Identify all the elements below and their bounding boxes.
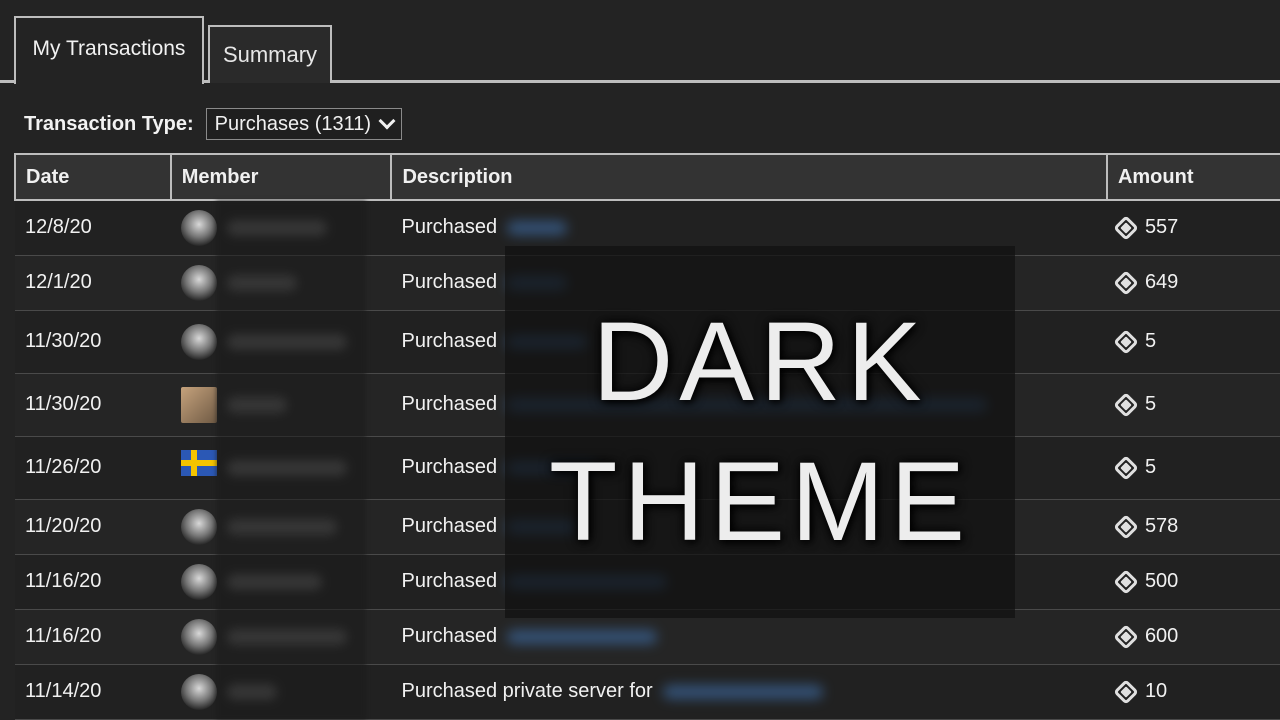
- amount-value: 578: [1144, 515, 1179, 537]
- tab-summary[interactable]: Summary: [208, 25, 332, 83]
- column-header-amount[interactable]: Amount: [1105, 153, 1280, 201]
- amount-value: 5: [1144, 330, 1157, 352]
- description-text: Purchased: [401, 330, 498, 352]
- cell-date: 11/26/20: [15, 436, 171, 500]
- avatar[interactable]: [180, 673, 217, 710]
- amount-value: 649: [1144, 271, 1179, 293]
- column-header-description[interactable]: Description: [390, 153, 1108, 201]
- description-text: Purchased: [401, 393, 498, 415]
- cell-amount: 557: [1106, 200, 1280, 256]
- cell-date: 11/20/20: [15, 499, 171, 555]
- amount-value: 5: [1144, 393, 1157, 415]
- avatar[interactable]: [180, 618, 217, 655]
- transaction-type-label: Transaction Type:: [24, 112, 194, 135]
- transaction-type-filter: Transaction Type: Purchases (1311): [24, 106, 403, 142]
- description-text: Purchased private server for: [401, 680, 653, 702]
- member-privacy-blur: [216, 200, 366, 720]
- cell-date: 12/8/20: [15, 200, 171, 256]
- avatar[interactable]: [180, 508, 217, 545]
- description-text: Purchased: [401, 216, 498, 239]
- robux-icon: [1113, 623, 1139, 650]
- avatar[interactable]: [180, 323, 217, 360]
- transaction-type-select[interactable]: Purchases (1311): [205, 108, 403, 140]
- tab-my-transactions[interactable]: My Transactions: [14, 16, 204, 84]
- cell-date: 11/30/20: [15, 310, 171, 374]
- column-header-date[interactable]: Date: [14, 153, 172, 201]
- robux-icon: [1113, 391, 1139, 418]
- cell-date: 11/14/20: [15, 664, 171, 720]
- item-link-redacted[interactable]: [507, 220, 568, 235]
- cell-date: 12/1/20: [15, 255, 171, 311]
- avatar[interactable]: [180, 386, 217, 423]
- transaction-type-value: Purchases (1311): [214, 112, 372, 135]
- cell-amount: 578: [1106, 499, 1280, 555]
- cell-date: 11/30/20: [15, 373, 171, 437]
- banner-line-1: DARK: [592, 299, 928, 424]
- avatar[interactable]: [180, 264, 217, 301]
- item-link-redacted[interactable]: [662, 684, 823, 699]
- item-link-redacted[interactable]: [507, 629, 658, 644]
- cell-amount: 5: [1106, 436, 1280, 500]
- description-text: Purchased: [401, 515, 498, 537]
- robux-icon: [1113, 678, 1139, 705]
- banner-line-2: THEME: [549, 439, 971, 564]
- column-header-member[interactable]: Member: [169, 153, 392, 201]
- cell-amount: 600: [1106, 609, 1280, 665]
- tab-bar: My Transactions Summary: [0, 0, 1280, 84]
- amount-value: 557: [1144, 216, 1179, 239]
- robux-icon: [1113, 328, 1139, 355]
- description-text: Purchased: [401, 271, 498, 293]
- chevron-down-icon: [378, 112, 396, 130]
- table-header-row: Date Member Description Amount: [14, 153, 1280, 201]
- avatar[interactable]: [180, 209, 217, 246]
- robux-icon: [1113, 454, 1139, 481]
- robux-icon: [1113, 269, 1139, 296]
- cell-description: Purchased private server for: [391, 664, 1107, 720]
- amount-value: 5: [1144, 456, 1157, 478]
- cell-date: 11/16/20: [15, 554, 171, 610]
- cell-amount: 5: [1106, 373, 1280, 437]
- robux-icon: [1113, 215, 1139, 241]
- cell-amount: 649: [1106, 255, 1280, 311]
- cell-amount: 5: [1106, 310, 1280, 374]
- cell-date: 11/16/20: [15, 609, 171, 665]
- amount-value: 500: [1144, 570, 1179, 592]
- dark-theme-banner: DARK THEME: [505, 246, 1015, 618]
- description-text: Purchased: [401, 625, 498, 647]
- cell-amount: 500: [1106, 554, 1280, 610]
- amount-value: 600: [1144, 625, 1179, 647]
- avatar[interactable]: [180, 449, 217, 476]
- description-text: Purchased: [401, 456, 498, 478]
- amount-value: 10: [1144, 680, 1168, 702]
- cell-amount: 10: [1106, 664, 1280, 720]
- description-text: Purchased: [401, 570, 498, 592]
- robux-icon: [1113, 568, 1139, 595]
- avatar[interactable]: [180, 563, 217, 600]
- robux-icon: [1113, 513, 1139, 540]
- table-row: 11/14/20 Purchased private server for 10: [15, 664, 1280, 720]
